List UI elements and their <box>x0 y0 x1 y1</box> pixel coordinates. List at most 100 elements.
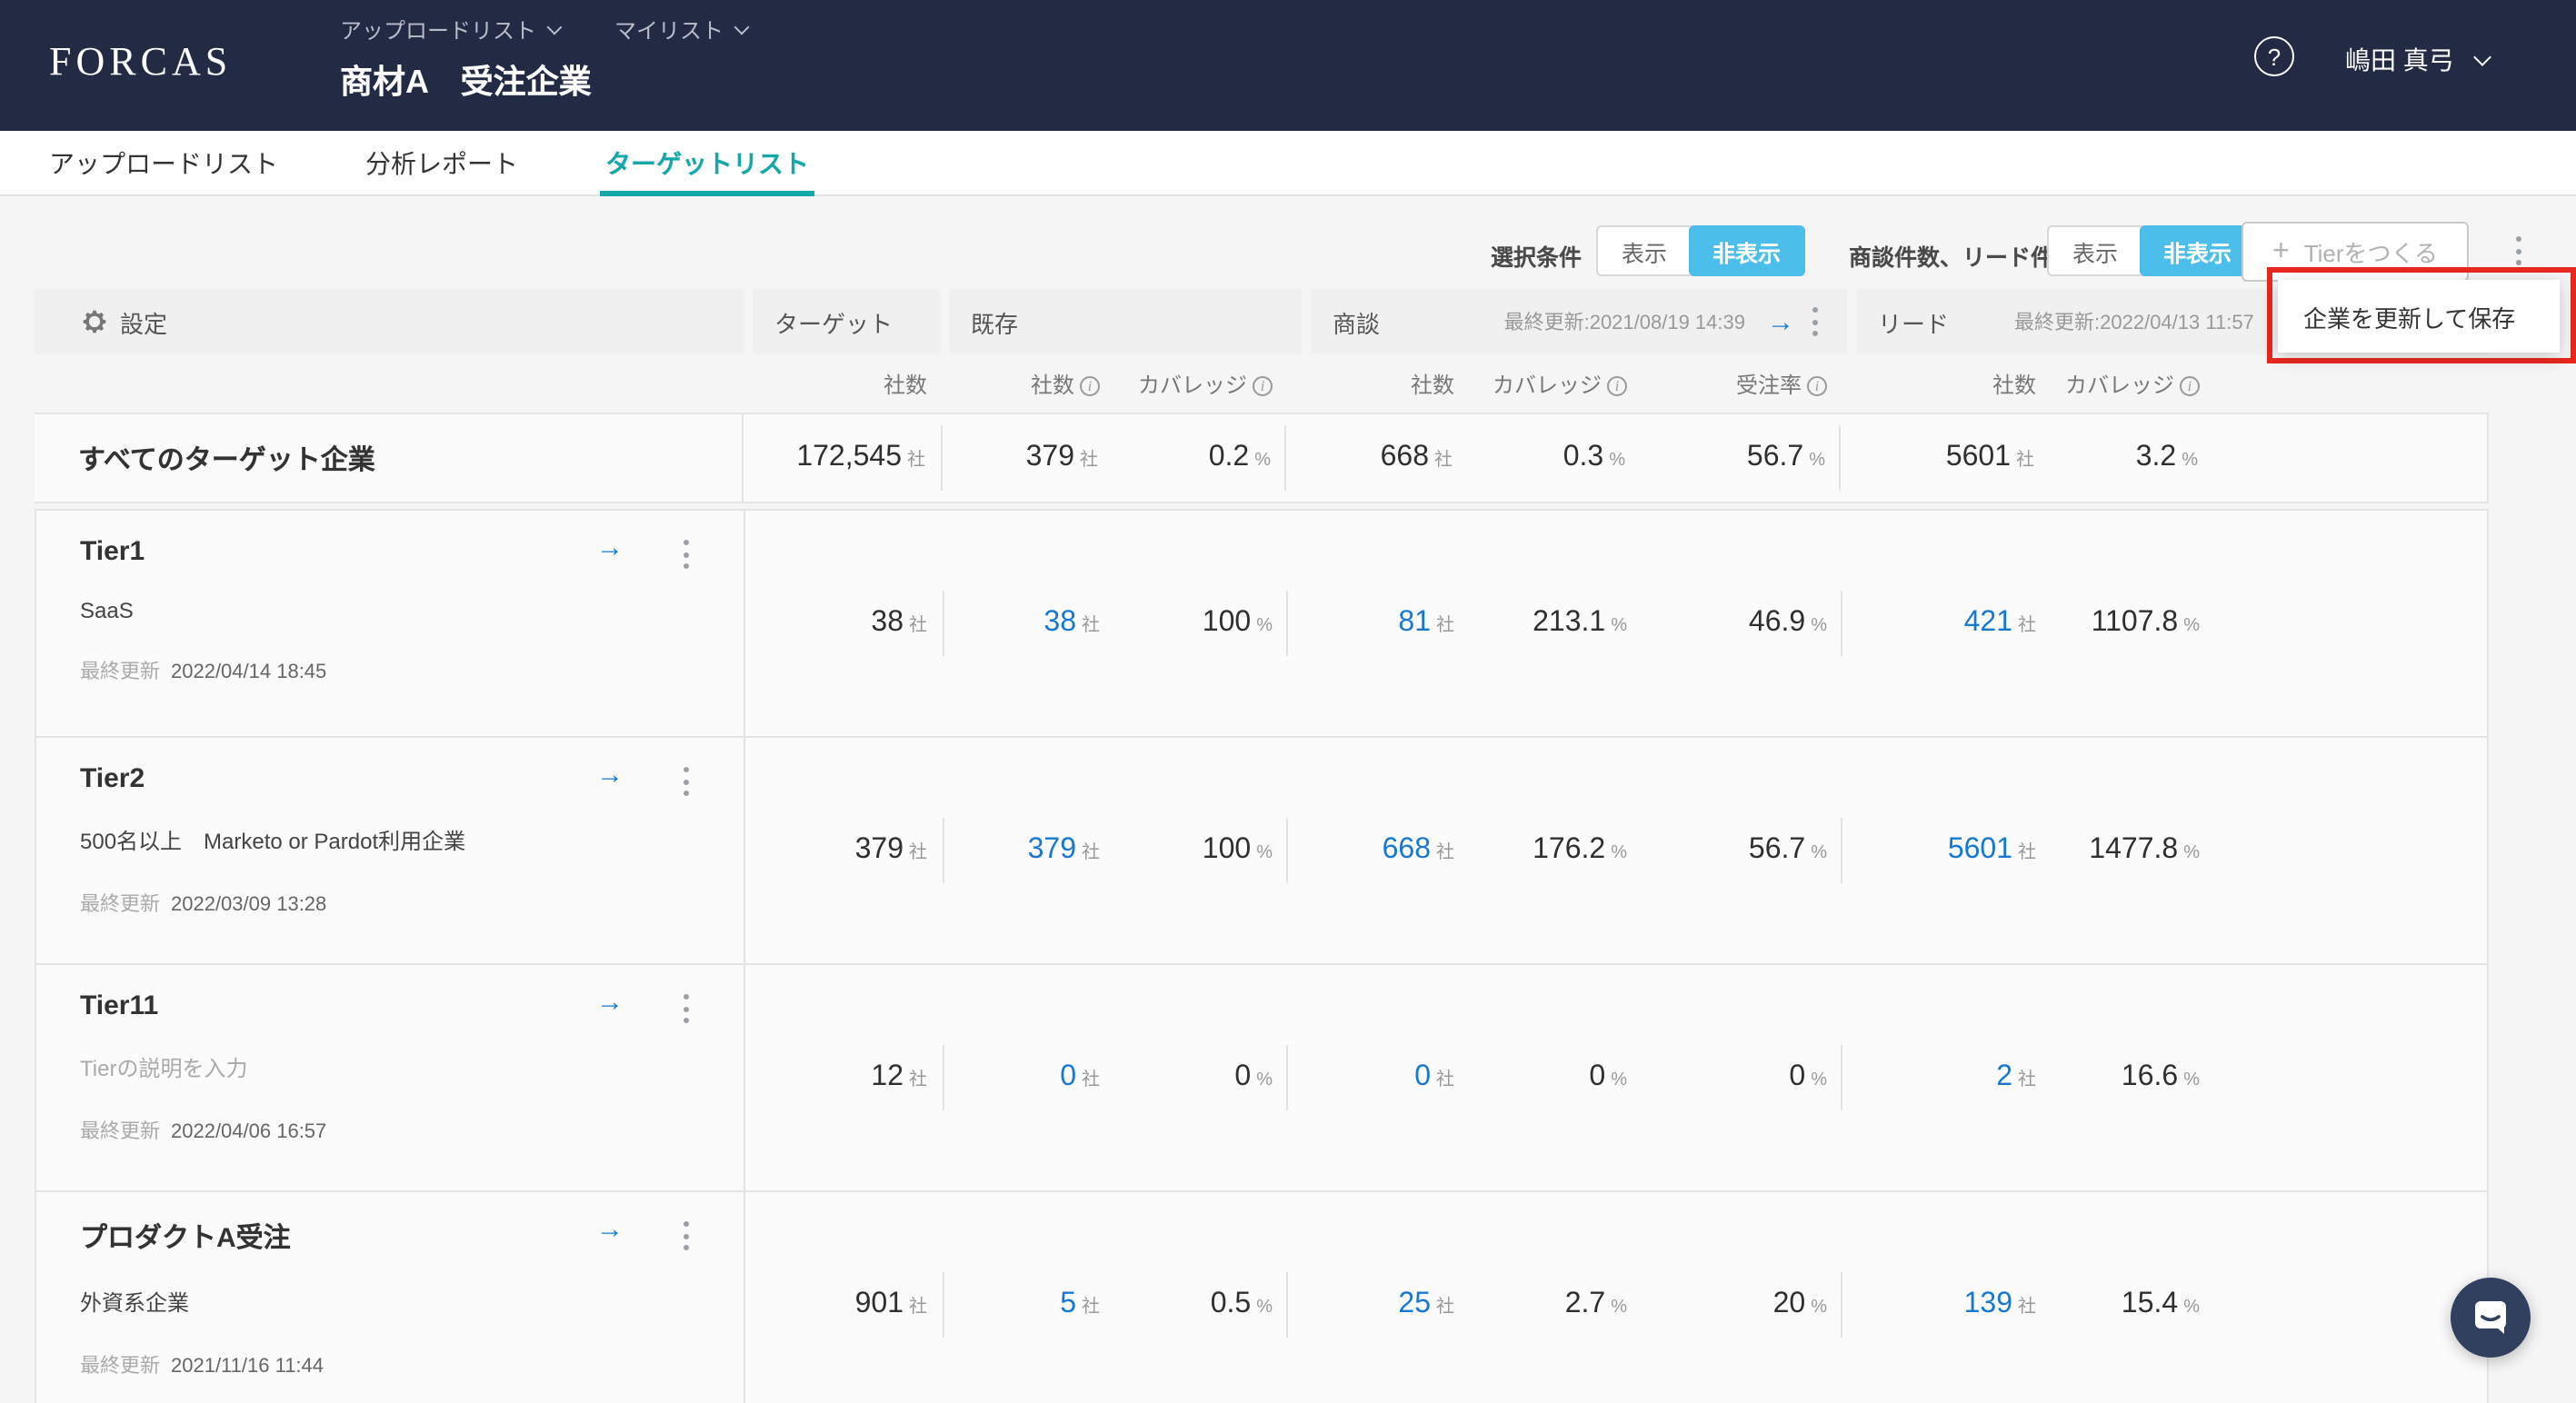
tier-card[interactable]: プロダクトA受注 外資系企業 最終更新 2021/11/16 11:44 → <box>36 1192 745 1403</box>
col-leads-coverage: カバレッジ i <box>2036 368 2200 399</box>
deals-kebab-menu[interactable] <box>1805 300 1825 343</box>
cell-existing-count[interactable]: 38 社 <box>960 607 1100 640</box>
list-actions-kebab-menu[interactable] <box>2509 229 2529 273</box>
cell-deals-coverage: 213.1% <box>1533 607 1627 638</box>
deal-lead-counts-label: 商談件数、リード件数 <box>1849 245 2077 271</box>
menu-item-update-companies[interactable]: 企業を更新して保存 <box>2278 280 2560 353</box>
chevron-down-icon <box>546 19 563 35</box>
tier-name: プロダクトA受注 <box>80 1223 291 1254</box>
cell-deals-count[interactable]: 0社 <box>1302 1061 1454 1094</box>
col-deals-coverage: カバレッジ i <box>1454 368 1627 399</box>
sub-header-row: 社数 社数 i カバレッジ i 社数 カバレッジ i 受注率 i 社数 カバレッジ i <box>35 354 2489 413</box>
summary-row-all-targets: すべてのターゲット企業 172,545 社 379 社 0.2% 668 社 0.3%… <box>35 413 2489 503</box>
cell-existing-count: 379 社 <box>1025 442 1098 473</box>
group-header-existing: 既存 <box>949 289 1302 354</box>
cell-deals-count[interactable]: 81 社 <box>1302 607 1454 640</box>
deals-last-updated: 最終更新:2021/08/19 14:39 <box>1503 313 1745 334</box>
tier-last-updated: 最終更新 2022/04/06 16:57 <box>80 1121 327 1143</box>
leads-last-updated: 最終更新:2022/04/13 11:57 <box>2014 313 2254 334</box>
annotation-highlight-box: 企業を更新して保存 <box>2267 267 2576 363</box>
controls-row: 選択条件 表示 非表示 商談件数、リード件数 表示 非表示 + Tierをつくる <box>0 196 2576 287</box>
tier-rows: Tier1 SaaS 最終更新 2022/04/14 18:45 → 38 社 38… <box>35 509 2489 1403</box>
counts-visibility-toggle: 表示 非表示 <box>2047 225 2256 276</box>
tier-description[interactable]: 500名以上 Marketo or Pardot利用企業 <box>80 825 744 856</box>
tab-analysis-report[interactable]: 分析レポート <box>365 130 518 195</box>
tier-name: Tier2 <box>80 763 145 794</box>
arrow-right-icon[interactable]: → <box>596 987 624 1018</box>
cell-target-count: 901 社 <box>854 1289 927 1319</box>
page-title: 商材A 受注企業 <box>340 64 592 100</box>
arrow-right-icon[interactable]: → <box>596 760 624 791</box>
show-button[interactable]: 表示 <box>1598 227 1691 274</box>
cell-target-count: 12 社 <box>871 1061 927 1092</box>
col-win-rate: 受注率 i <box>1627 368 1827 399</box>
cell-deals-coverage: 0% <box>1589 1061 1627 1092</box>
tier-kebab-menu[interactable] <box>676 760 696 803</box>
tier-card[interactable]: Tier2 500名以上 Marketo or Pardot利用企業 最終更新 2… <box>36 738 745 963</box>
cell-win-rate: 20% <box>1772 1289 1827 1319</box>
tier-description-placeholder[interactable]: Tierの説明を入力 <box>80 1052 744 1083</box>
cell-target-count: 38 社 <box>871 607 927 638</box>
cell-existing-count[interactable]: 5社 <box>960 1289 1100 1321</box>
cell-target-count: 172,545 社 <box>796 442 925 473</box>
table-row-product-a: プロダクトA受注 外資系企業 最終更新 2021/11/16 11:44 → 90… <box>35 1192 2489 1403</box>
header-nav: アップロードリスト マイリスト <box>340 15 750 45</box>
nav-upload-list-dropdown[interactable]: アップロードリスト <box>340 15 563 45</box>
user-menu[interactable]: 嶋田 真弓 <box>2345 42 2491 78</box>
target-list-table: 設定 ターゲット 既存 商談 最終更新:2021/08/19 14:39 → リ… <box>35 289 2489 1403</box>
tier-card[interactable]: Tier11 Tierの説明を入力 最終更新 2022/04/06 16:57 → <box>36 965 745 1190</box>
info-icon[interactable]: i <box>2180 375 2200 395</box>
tier-kebab-menu[interactable] <box>676 1214 696 1258</box>
tier-kebab-menu[interactable] <box>676 987 696 1030</box>
tab-upload-list[interactable]: アップロードリスト <box>49 130 278 195</box>
summary-label: すべてのターゲット企業 <box>35 414 744 502</box>
table-row-tier11: Tier11 Tierの説明を入力 最終更新 2022/04/06 16:57 →… <box>35 965 2489 1192</box>
cell-existing-count[interactable]: 379 社 <box>960 834 1100 867</box>
info-icon[interactable]: i <box>1253 375 1273 395</box>
cell-deals-count[interactable]: 25 社 <box>1302 1289 1454 1321</box>
cell-win-rate: 56.7% <box>1748 834 1827 865</box>
col-target-count: 社数 <box>883 372 927 397</box>
help-icon[interactable]: ? <box>2254 36 2294 76</box>
arrow-right-icon[interactable]: → <box>596 532 624 563</box>
tier-kebab-menu[interactable] <box>676 532 696 576</box>
cell-deals-count: 668 社 <box>1380 442 1453 473</box>
hide-button-active[interactable]: 非表示 <box>1689 225 1805 276</box>
cell-deals-count[interactable]: 668 社 <box>1302 834 1454 867</box>
cell-target-count: 379 社 <box>854 834 927 865</box>
arrow-right-icon[interactable]: → <box>596 1214 624 1245</box>
info-icon[interactable]: i <box>1607 375 1627 395</box>
info-icon[interactable]: i <box>1080 375 1100 395</box>
nav-my-list-dropdown[interactable]: マイリスト <box>614 15 750 45</box>
cell-leads-count[interactable]: 5601 社 <box>1856 834 2036 867</box>
cell-existing-count[interactable]: 0社 <box>960 1061 1100 1094</box>
chat-launcher-button[interactable] <box>2451 1278 2531 1358</box>
tier-card[interactable]: Tier1 SaaS 最終更新 2022/04/14 18:45 → <box>36 511 745 736</box>
tier-last-updated: 最終更新 2022/04/14 18:45 <box>80 662 327 683</box>
arrow-right-icon[interactable]: → <box>1767 306 1794 337</box>
selection-visibility-toggle: 表示 非表示 <box>1596 225 1805 276</box>
tab-bar: アップロードリスト 分析レポート ターゲットリスト <box>0 131 2576 196</box>
cell-win-rate: 0% <box>1789 1061 1827 1092</box>
info-icon[interactable]: i <box>1807 375 1827 395</box>
cell-existing-coverage: 0.2% <box>1208 442 1271 473</box>
gear-icon <box>83 310 106 333</box>
settings-header[interactable]: 設定 <box>35 289 744 354</box>
tab-target-list[interactable]: ターゲットリスト <box>600 130 814 195</box>
cell-leads-count[interactable]: 139 社 <box>1856 1289 2036 1321</box>
col-existing-count: 社数 i <box>960 368 1100 399</box>
cell-leads-count[interactable]: 421 社 <box>1856 607 2036 640</box>
col-existing-coverage: カバレッジ i <box>1100 368 1273 399</box>
app-root: FORCAS アップロードリスト マイリスト 商材A 受注企業 ? 嶋田 真弓 … <box>0 0 2576 1403</box>
tier-description[interactable]: SaaS <box>80 598 744 623</box>
top-header: FORCAS アップロードリスト マイリスト 商材A 受注企業 ? 嶋田 真弓 <box>0 0 2576 131</box>
col-leads-count: 社数 <box>1992 372 2036 397</box>
cell-deals-coverage: 176.2% <box>1533 834 1627 865</box>
forcas-logo: FORCAS <box>49 38 233 84</box>
show-button[interactable]: 表示 <box>2049 227 2142 274</box>
cell-leads-count[interactable]: 2社 <box>1856 1061 2036 1094</box>
cell-win-rate: 56.7% <box>1746 442 1825 473</box>
cell-leads-coverage: 3.2% <box>2135 442 2198 473</box>
tier-description[interactable]: 外資系企業 <box>80 1287 744 1318</box>
hide-button-active[interactable]: 非表示 <box>2140 225 2256 276</box>
